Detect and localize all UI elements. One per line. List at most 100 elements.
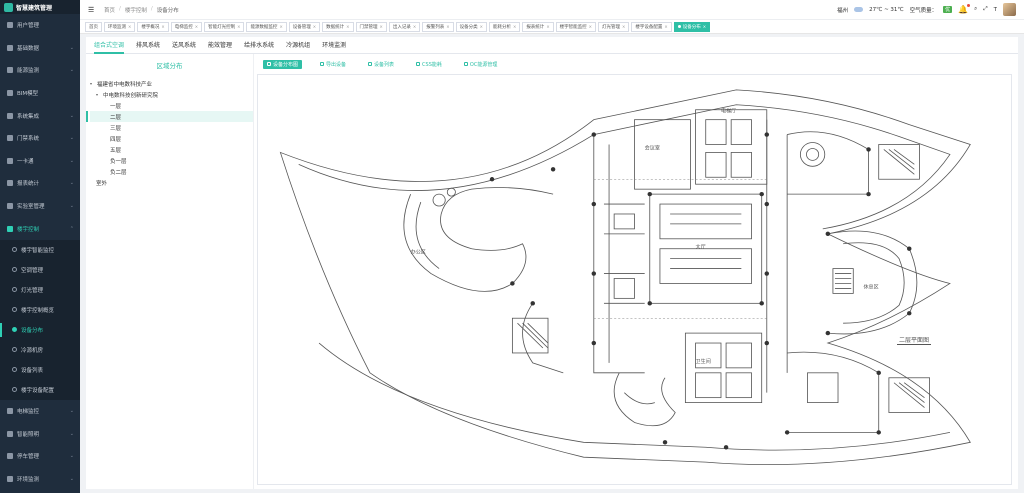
close-icon[interactable]: × bbox=[480, 24, 483, 29]
sidebar-bottom-item-3[interactable]: 环境监测 ⌄ bbox=[0, 468, 80, 491]
close-icon[interactable]: × bbox=[313, 24, 316, 29]
caret-down-icon[interactable]: ▾ bbox=[90, 81, 95, 86]
sidebar-item-label: 停车管理 bbox=[17, 454, 40, 461]
tag-12[interactable]: 能耗分析 × bbox=[488, 21, 521, 32]
close-icon[interactable]: × bbox=[128, 24, 131, 29]
tab-3[interactable]: 能效管理 bbox=[208, 40, 232, 53]
floor-plan-drawing: 大厅 会议室 电梯厅 办公区 卫生间 休息区 bbox=[279, 89, 971, 466]
tab-2[interactable]: 送风系统 bbox=[172, 40, 196, 53]
toolbar-button-3[interactable]: CSS能耗 bbox=[412, 60, 446, 69]
tag-8[interactable]: 门禁管理 × bbox=[355, 21, 387, 32]
close-icon[interactable]: × bbox=[279, 24, 282, 29]
sidebar-item-2[interactable]: 能源监测 ⌄ bbox=[0, 59, 80, 82]
sidebar-item-1[interactable]: 基础数据 ⌄ bbox=[0, 37, 80, 60]
sidebar-bottom-item-1[interactable]: 智能照明 ⌄ bbox=[0, 423, 80, 446]
floor-plan-canvas[interactable]: 大厅 会议室 电梯厅 办公区 卫生间 休息区 二层平面图 bbox=[257, 74, 1012, 485]
notification-bell-icon[interactable]: 🔔 bbox=[958, 4, 971, 14]
sidebar-item-0[interactable]: 用户管理 bbox=[0, 14, 80, 37]
sidebar-subitem-5[interactable]: 冷源机房 bbox=[0, 339, 80, 360]
sidebar-item-8[interactable]: 实验室管理 ⌄ bbox=[0, 195, 80, 218]
breadcrumb-home[interactable]: 首页 bbox=[104, 6, 115, 14]
sidebar-item-4[interactable]: 系统集成 ⌄ bbox=[0, 104, 80, 127]
tag-3[interactable]: 电梯监控 × bbox=[170, 21, 203, 32]
sidebar-item-label: 用户管理 bbox=[17, 23, 40, 30]
close-icon[interactable]: × bbox=[195, 24, 198, 29]
toolbar-button-2[interactable]: 设备列表 bbox=[364, 60, 398, 69]
tab-4[interactable]: 给排水系统 bbox=[244, 40, 274, 53]
submenu-icon bbox=[12, 287, 17, 293]
app-title: 智慧建筑管理 bbox=[16, 4, 53, 12]
menu-icon bbox=[7, 22, 13, 29]
tree-node[interactable]: 三层 bbox=[90, 122, 253, 133]
tree-node[interactable]: 五层 bbox=[90, 144, 253, 155]
sidebar-item-7[interactable]: 报表统计 ⌄ bbox=[0, 172, 80, 195]
tag-11[interactable]: 设备分类 × bbox=[455, 21, 487, 32]
breadcrumb-section[interactable]: 楼宇控制 bbox=[125, 6, 147, 14]
tag-7[interactable]: 数据统计 × bbox=[322, 21, 354, 32]
tree-node[interactable]: 四层 bbox=[90, 133, 253, 144]
user-avatar[interactable] bbox=[1003, 3, 1016, 16]
tag-0[interactable]: 首页 bbox=[85, 21, 102, 32]
sidebar-subitem-1[interactable]: 空调管理 bbox=[0, 259, 80, 280]
sidebar-subitem-0[interactable]: 楼宇智能监控 bbox=[0, 239, 80, 260]
close-icon[interactable]: × bbox=[513, 24, 516, 29]
sidebar-subitem-2[interactable]: 灯光管理 bbox=[0, 279, 80, 300]
close-icon[interactable]: × bbox=[161, 24, 164, 29]
toolbar-button-4[interactable]: OC能源管理 bbox=[460, 60, 501, 69]
close-icon[interactable]: × bbox=[664, 24, 667, 29]
tag-2[interactable]: 楼宇概况 × bbox=[137, 21, 169, 32]
sidebar-bottom-item-2[interactable]: 停车管理 ⌄ bbox=[0, 445, 80, 468]
menu-toggle-icon[interactable]: ☰ bbox=[88, 6, 96, 14]
caret-down-icon[interactable]: ▾ bbox=[96, 92, 101, 97]
tag-15[interactable]: 灯光管理 × bbox=[598, 21, 630, 32]
breadcrumb-separator: / bbox=[150, 5, 153, 12]
tag-10[interactable]: 报警列表 × bbox=[422, 21, 454, 32]
tag-17[interactable]: 设备分布 × bbox=[673, 21, 711, 32]
close-icon[interactable]: × bbox=[446, 24, 449, 29]
tree-node[interactable]: 室外 bbox=[90, 177, 253, 188]
tag-9[interactable]: 出入记录 × bbox=[388, 21, 421, 32]
tab-0[interactable]: 组合式空调 bbox=[94, 40, 125, 54]
close-icon[interactable]: × bbox=[589, 24, 592, 29]
tab-1[interactable]: 排风系统 bbox=[136, 40, 160, 53]
tree-node[interactable]: ▾ 福建省中电数科技产业 bbox=[90, 78, 253, 89]
sidebar-subitem-7[interactable]: 楼宇设备配置 bbox=[0, 379, 80, 400]
sidebar-item-5[interactable]: 门禁系统 ⌄ bbox=[0, 127, 80, 150]
tree-node[interactable]: 负二层 bbox=[90, 166, 253, 177]
breadcrumb-current: 设备分布 bbox=[156, 7, 179, 14]
tag-16[interactable]: 楼宇设备配置 × bbox=[631, 21, 672, 32]
tree-node[interactable]: 二层 bbox=[86, 111, 253, 122]
tab-6[interactable]: 环境监测 bbox=[322, 40, 346, 53]
sidebar-item-9[interactable]: 楼宇控制 ⌃ bbox=[0, 217, 80, 240]
tab-5[interactable]: 冷源机组 bbox=[286, 40, 310, 53]
sidebar-item-6[interactable]: 一卡通 ⌄ bbox=[0, 150, 80, 173]
tag-6[interactable]: 设备管理 × bbox=[288, 21, 321, 32]
toolbar-button-1[interactable]: 导出设备 bbox=[316, 60, 350, 69]
sidebar-subitem-6[interactable]: 设备列表 bbox=[0, 359, 80, 380]
tag-13[interactable]: 报表统计 × bbox=[522, 21, 554, 32]
sidebar-subitem-4[interactable]: 设备分布 bbox=[0, 319, 80, 340]
tag-14[interactable]: 楼宇智能监控 × bbox=[555, 21, 597, 32]
app-logo[interactable]: 智慧建筑管理 bbox=[0, 0, 80, 14]
close-icon[interactable]: × bbox=[346, 24, 349, 29]
tag-5[interactable]: 能源数据监控 × bbox=[246, 21, 287, 32]
close-icon[interactable]: × bbox=[237, 24, 240, 29]
tag-1[interactable]: 环境监测 × bbox=[104, 21, 136, 32]
font-size-icon[interactable]: T bbox=[994, 7, 997, 13]
sidebar-bottom-item-0[interactable]: 电梯监控 ⌄ bbox=[0, 400, 80, 423]
close-icon[interactable]: × bbox=[546, 24, 549, 29]
sidebar-subitem-3[interactable]: 楼宇控制概览 bbox=[0, 299, 80, 320]
close-icon[interactable]: × bbox=[622, 24, 625, 29]
tag-4[interactable]: 智能灯光控制 × bbox=[204, 21, 245, 32]
toolbar-button-0[interactable]: 设备分布图 bbox=[263, 59, 303, 69]
floor-plan-panel: 设备分布图 导出设备 设备列表 CSS能耗 OC能源管理 大厅 会议室 电梯厅 … bbox=[257, 54, 1018, 489]
sidebar-item-3[interactable]: BIM模型 bbox=[0, 82, 80, 105]
search-icon[interactable]: ⌕ bbox=[974, 6, 977, 13]
tree-node[interactable]: ▾ 中电数科技创新研究院 bbox=[90, 89, 253, 100]
close-icon[interactable]: × bbox=[703, 24, 706, 29]
tree-node[interactable]: 负一层 bbox=[90, 155, 253, 166]
close-icon[interactable]: × bbox=[413, 24, 416, 29]
fullscreen-icon[interactable]: ⤢ bbox=[983, 6, 987, 13]
tree-node[interactable]: 一层 bbox=[90, 100, 253, 111]
close-icon[interactable]: × bbox=[380, 24, 383, 29]
